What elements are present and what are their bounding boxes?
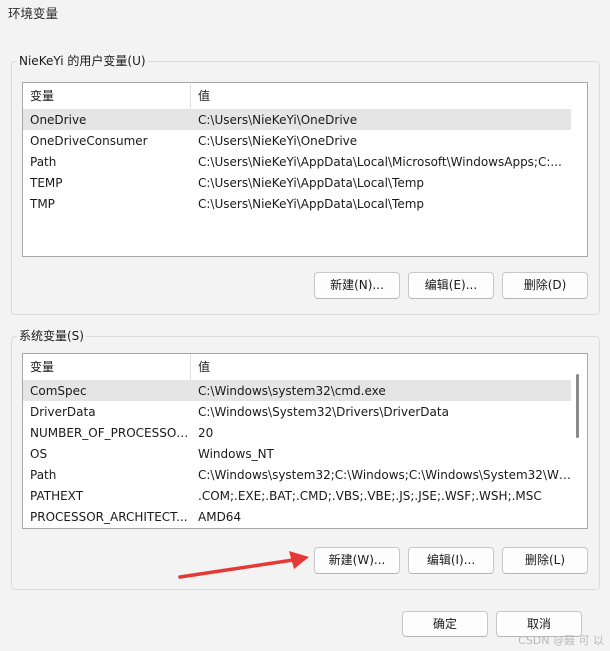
column-header-value[interactable]: 值 xyxy=(191,83,587,109)
table-row[interactable]: Path C:\Users\NieKeYi\AppData\Local\Micr… xyxy=(23,151,571,172)
table-row[interactable]: Path C:\Windows\system32;C:\Windows;C:\W… xyxy=(23,464,571,485)
variable-name: TMP xyxy=(30,196,55,211)
table-row[interactable]: OneDrive C:\Users\NieKeYi\OneDrive xyxy=(23,109,571,130)
variable-name: DriverData xyxy=(30,404,96,419)
variable-value: .COM;.EXE;.BAT;.CMD;.VBS;.VBE;.JS;.JSE;.… xyxy=(198,488,542,503)
table-row[interactable]: OS Windows_NT xyxy=(23,443,571,464)
system-variables-list[interactable]: 变量 值 ComSpec C:\Windows\system32\cmd.exe… xyxy=(22,353,588,529)
column-header-value[interactable]: 值 xyxy=(191,354,587,380)
user-variables-header: 变量 值 xyxy=(23,83,587,109)
user-edit-button[interactable]: 编辑(E)... xyxy=(408,272,494,299)
variable-name: PATHEXT xyxy=(30,488,84,503)
scrollbar-thumb[interactable] xyxy=(576,374,579,438)
variable-name: OneDrive xyxy=(30,112,87,127)
variable-value: AMD64 xyxy=(198,509,242,524)
user-variables-group: NieKeYi 的用户变量(U) 变量 值 OneDrive C:\Users\… xyxy=(11,54,600,315)
variable-value: C:\Windows\System32\Drivers\DriverData xyxy=(198,404,449,419)
variable-value: Windows_NT xyxy=(198,446,274,461)
table-row[interactable]: TMP C:\Users\NieKeYi\AppData\Local\Temp xyxy=(23,193,571,214)
table-row[interactable]: TEMP C:\Users\NieKeYi\AppData\Local\Temp xyxy=(23,172,571,193)
annotation-arrow xyxy=(178,551,309,579)
variable-value: C:\Users\NieKeYi\AppData\Local\Temp xyxy=(198,175,425,190)
user-variables-list[interactable]: 变量 值 OneDrive C:\Users\NieKeYi\OneDrive … xyxy=(22,82,588,257)
user-new-button[interactable]: 新建(N)... xyxy=(314,272,400,299)
system-variables-scrollbar[interactable] xyxy=(574,354,582,528)
variable-value: 20 xyxy=(198,425,214,440)
variable-value: C:\Windows\system32\cmd.exe xyxy=(198,383,386,398)
column-header-name[interactable]: 变量 xyxy=(23,354,191,380)
ok-button[interactable]: 确定 xyxy=(402,611,488,637)
system-new-button[interactable]: 新建(W)... xyxy=(314,547,400,574)
variable-value: C:\Users\NieKeYi\OneDrive xyxy=(198,133,358,148)
watermark: CSDN @聂 可 以 xyxy=(518,634,604,647)
table-row[interactable]: PATHEXT .COM;.EXE;.BAT;.CMD;.VBS;.VBE;.J… xyxy=(23,485,571,506)
system-delete-button[interactable]: 删除(L) xyxy=(502,547,588,574)
table-row[interactable]: PROCESSOR_ARCHITECT... AMD64 xyxy=(23,506,571,527)
variable-name: OneDriveConsumer xyxy=(30,133,148,148)
user-variables-group-label: NieKeYi 的用户变量(U) xyxy=(17,54,148,68)
system-variables-header: 变量 值 xyxy=(23,354,587,380)
table-row[interactable]: ComSpec C:\Windows\system32\cmd.exe xyxy=(23,380,571,401)
user-delete-button[interactable]: 删除(D) xyxy=(502,272,588,299)
variable-name: PROCESSOR_ARCHITECT... xyxy=(30,509,188,524)
column-header-name[interactable]: 变量 xyxy=(23,83,191,109)
variable-value: C:\Users\NieKeYi\AppData\Local\Temp xyxy=(198,196,425,211)
variable-name: NUMBER_OF_PROCESSORS xyxy=(30,425,191,440)
table-row[interactable]: OneDriveConsumer C:\Users\NieKeYi\OneDri… xyxy=(23,130,571,151)
window-title: 环境变量 xyxy=(8,6,59,21)
system-edit-button[interactable]: 编辑(I)... xyxy=(408,547,494,574)
variable-name: ComSpec xyxy=(30,383,87,398)
table-row[interactable]: DriverData C:\Windows\System32\Drivers\D… xyxy=(23,401,571,422)
table-row[interactable]: NUMBER_OF_PROCESSORS 20 xyxy=(23,422,571,443)
variable-value: C:\Users\NieKeYi\OneDrive xyxy=(198,112,358,127)
variable-value: C:\Users\NieKeYi\AppData\Local\Microsoft… xyxy=(198,154,562,169)
variable-name: OS xyxy=(30,446,48,461)
variable-value: C:\Windows\system32;C:\Windows;C:\Window… xyxy=(198,467,571,482)
system-variables-group-label: 系统变量(S) xyxy=(17,329,86,343)
variable-name: Path xyxy=(30,154,57,169)
variable-name: TEMP xyxy=(30,175,63,190)
variable-name: Path xyxy=(30,467,57,482)
